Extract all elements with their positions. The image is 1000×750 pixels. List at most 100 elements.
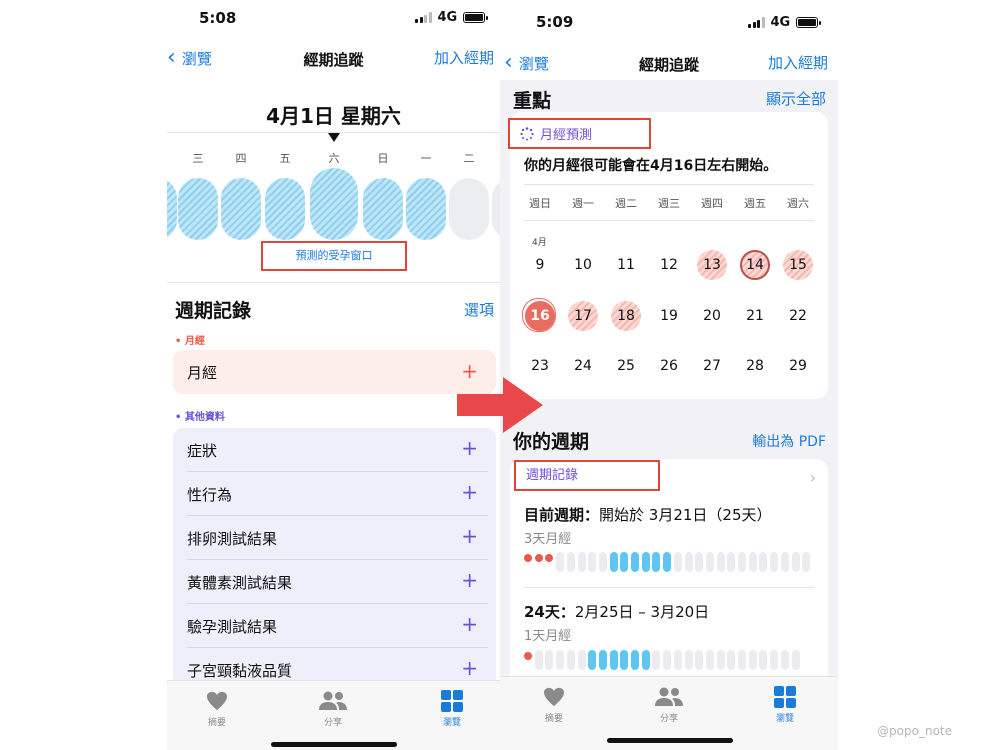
day-pill-fertile[interactable] [363,178,403,240]
weekday-label: 週日 [529,197,551,210]
tab-browse[interactable]: 瀏覽 [422,689,482,728]
calendar-day[interactable]: 29 [783,351,813,381]
spinner-icon [520,126,534,140]
calendar-day[interactable]: 11 [611,250,641,280]
tab-summary[interactable]: 摘要 [187,689,247,728]
back-button[interactable]: ‹ 瀏覽 [504,52,549,74]
fertile-window-label: 預測的受孕窗口 [261,241,407,271]
export-pdf-link[interactable]: 輸出為 PDF [752,431,826,451]
calendar-day[interactable]: 10 [568,250,598,280]
cycle-title: 目前週期：開始於 3月21日（25天） [524,504,772,525]
weekday-label: 週五 [744,197,766,210]
cycle-day-dot [609,650,618,670]
plus-icon[interactable]: + [461,568,478,592]
calendar-day[interactable]: 13 [697,250,727,280]
cycle-day-dot [780,650,789,670]
weekday-label: 週四 [701,197,723,210]
prediction-label: 月經預測 [540,128,593,143]
watermark: @popo_note [877,724,952,738]
battery-icon [796,17,822,28]
nav-bar: ‹ 瀏覽 經期追蹤 加入經期 [500,52,838,82]
calendar-day[interactable]: 18 [611,301,641,331]
plus-icon[interactable]: + [461,656,478,680]
list-item-label: 排卵測試結果 [187,530,278,548]
tab-browse[interactable]: 瀏覽 [755,685,815,724]
tab-summary[interactable]: 摘要 [524,685,584,724]
cycle-day-dot [556,650,565,670]
cycle-day-dots [524,650,814,670]
add-period-button[interactable]: 加入經期 [768,52,828,73]
cycle-day-dot [802,552,811,572]
add-period-button[interactable]: 加入經期 [434,47,494,68]
cycle-day-dot [663,650,672,670]
list-item[interactable]: 排卵測試結果 + [187,516,488,560]
calendar-day[interactable]: 28 [740,351,770,381]
plus-icon[interactable]: + [461,480,478,504]
weekday-label: 四 [235,152,247,165]
list-item[interactable]: 性行為 + [187,472,488,516]
back-button[interactable]: ‹ 瀏覽 [167,47,212,69]
day-pill-fertile[interactable] [265,178,305,240]
day-pill-selected[interactable] [310,168,358,240]
weekday-label: 一 [420,152,432,165]
home-indicator[interactable] [271,742,397,747]
cycle-day-dot [727,552,736,572]
calendar-day[interactable]: 24 [568,351,598,381]
day-pill-fertile[interactable] [178,178,218,240]
period-row[interactable]: 月經 + [173,350,496,394]
divider [524,184,814,185]
list-item[interactable]: 症狀 + [187,428,488,472]
cycle-day-dot [759,552,768,572]
calendar-month-label: 4月 [532,238,547,248]
cycle-day-dot [748,552,757,572]
cycle-day-dot [652,552,661,572]
cycle-day-dot [738,650,746,670]
day-pill-fertile[interactable] [167,178,177,240]
calendar-day[interactable]: 17 [568,301,598,331]
calendar-day[interactable]: 26 [654,351,684,381]
plus-icon[interactable]: + [461,436,478,460]
left-phone-screen: 5:08 4G ‹ 瀏覽 經期追蹤 加入經期 4月1日 星期六 三 四 五 六 … [167,0,500,750]
signal-icon [415,12,432,23]
status-time: 5:08 [199,9,237,27]
day-pill[interactable] [492,178,500,240]
day-pill-fertile[interactable] [221,178,261,240]
cycle-day-dot [545,650,554,670]
options-button[interactable]: 選項 [464,299,494,320]
tab-label: 瀏覽 [442,718,461,728]
calendar-day[interactable]: 14 [740,250,770,280]
chevron-right-icon[interactable]: › [810,468,816,487]
show-all-link[interactable]: 顯示全部 [766,88,826,109]
cycle-log-label: 週期記錄 [514,460,660,491]
cycle-day-dot [780,552,789,572]
calendar-day[interactable]: 25 [611,351,641,381]
calendar-day[interactable]: 27 [697,351,727,381]
divider [524,587,814,588]
calendar-day[interactable]: 16 [522,298,556,332]
cycle-day-dot [695,552,704,572]
divider [167,282,500,283]
day-pill-fertile[interactable] [406,178,446,240]
tab-sharing[interactable]: 分享 [303,689,363,728]
list-item[interactable]: 驗孕測試結果 + [187,604,488,648]
signal-icon [748,17,765,28]
calendar-day[interactable]: 12 [654,250,684,280]
calendar-day[interactable]: 21 [740,301,770,331]
list-item[interactable]: 黃體素測試結果 + [187,560,488,604]
home-indicator[interactable] [607,738,733,743]
cycle-day-dot [598,650,607,670]
network-label: 4G [770,15,791,30]
cycle-day-dot [695,650,704,670]
calendar-day[interactable]: 15 [783,250,813,280]
back-label: 瀏覽 [181,49,212,68]
cycle-day-dot [631,650,639,670]
plus-icon[interactable]: + [461,524,478,548]
tab-sharing[interactable]: 分享 [639,685,699,724]
day-pill[interactable] [449,178,489,240]
calendar-day[interactable]: 22 [783,301,813,331]
calendar-day[interactable]: 20 [697,301,727,331]
calendar-day[interactable]: 9 [525,250,555,280]
calendar-day[interactable]: 19 [654,301,684,331]
nav-bar: ‹ 瀏覽 經期追蹤 加入經期 [167,47,500,77]
plus-icon[interactable]: + [461,612,478,636]
